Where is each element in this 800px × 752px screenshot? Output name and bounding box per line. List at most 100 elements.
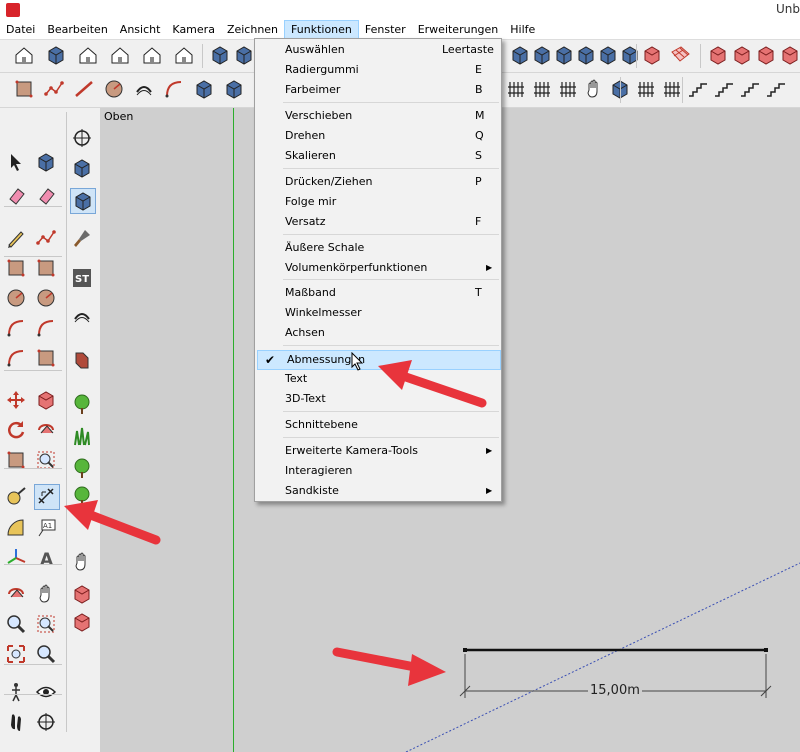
shrub-tool-button[interactable] (70, 484, 94, 508)
draw-tool-button[interactable] (102, 77, 126, 101)
dropdown-menu-item[interactable]: Erweiterte Kamera-Tools ▶ (256, 441, 500, 461)
style-button[interactable] (574, 43, 598, 67)
position-camera-button[interactable] (4, 680, 28, 704)
move-tool-button[interactable] (4, 388, 28, 412)
solid-tool-button[interactable] (730, 43, 754, 67)
polygon-tool-button[interactable] (34, 286, 58, 310)
style-button[interactable] (530, 43, 554, 67)
dropdown-menu-item[interactable]: Versatz F (256, 212, 500, 232)
dropdown-menu-item[interactable]: Auswählen Leertaste (256, 40, 500, 60)
draw-tool-button[interactable] (12, 77, 36, 101)
text-tool-button[interactable]: A1 (34, 516, 58, 540)
dropdown-menu-item[interactable]: Volumenkörperfunktionen ▶ (256, 258, 500, 278)
menu-item[interactable]: Erweiterungen (412, 20, 505, 39)
rotate-tool-button[interactable] (4, 418, 28, 442)
menu-funktionen[interactable]: Funktionen (284, 20, 359, 39)
view-button[interactable] (108, 43, 132, 67)
style-button[interactable] (618, 43, 642, 67)
rectangle-tool-button[interactable] (4, 256, 28, 280)
pan-tool-button[interactable] (34, 582, 58, 606)
protractor-tool-button[interactable] (4, 516, 28, 540)
large-tool-button[interactable] (70, 156, 94, 180)
dropdown-menu-item[interactable]: Maßband T (256, 283, 500, 303)
plant-tool-button[interactable] (70, 456, 94, 480)
menu-item[interactable]: Datei (0, 20, 41, 39)
push-pull-button[interactable] (34, 346, 58, 370)
dropdown-menu-item[interactable]: Achsen (256, 323, 500, 343)
extension2-button[interactable] (70, 610, 94, 634)
dropdown-menu-item[interactable]: Drücken/Ziehen P (256, 172, 500, 192)
sandbox-shape-button[interactable] (70, 304, 94, 328)
dropdown-menu-item[interactable]: Text (256, 369, 500, 389)
warehouse-tool-button[interactable] (70, 348, 94, 372)
tape-measure-tool-button[interactable] (4, 484, 28, 508)
st-tool-button[interactable]: ST (70, 266, 94, 290)
line-tool-button[interactable] (4, 226, 28, 250)
menu-item[interactable]: Ansicht (114, 20, 167, 39)
view-button[interactable] (44, 43, 68, 67)
freehand-tool-button[interactable] (34, 226, 58, 250)
extension-tool-button[interactable] (686, 77, 710, 101)
extension-tool-button[interactable] (556, 77, 580, 101)
draw-tool-button[interactable] (162, 77, 186, 101)
menu-item[interactable]: Fenster (359, 20, 412, 39)
extension-tool-button[interactable] (738, 77, 762, 101)
view-button[interactable] (12, 43, 36, 67)
dropdown-menu-item[interactable]: Farbeimer B (256, 80, 500, 100)
large-tool-button[interactable] (70, 188, 96, 214)
follow-me-button[interactable] (34, 418, 58, 442)
interact-tool-button[interactable] (70, 550, 94, 574)
axes-tool-button[interactable] (4, 546, 28, 570)
menu-item-abmessungen[interactable]: ✔ Abmessungen (257, 350, 501, 370)
style-button[interactable] (508, 43, 532, 67)
menu-item[interactable]: Zeichnen (221, 20, 284, 39)
dropdown-menu-item[interactable]: Sandkiste ▶ (256, 481, 500, 501)
sandbox-button[interactable] (668, 43, 692, 67)
pie-tool-button[interactable] (4, 346, 28, 370)
arc-tool-button[interactable] (4, 316, 28, 340)
dropdown-menu-item[interactable]: Skalieren S (256, 146, 500, 166)
dropdown-menu-item[interactable]: Folge mir (256, 192, 500, 212)
extension-button[interactable] (70, 582, 94, 606)
circle-tool-button[interactable] (4, 286, 28, 310)
arc2-tool-button[interactable] (34, 316, 58, 340)
solid-tool-button[interactable] (778, 43, 800, 67)
rotated-rect-button[interactable] (34, 256, 58, 280)
solid-tool-button[interactable] (706, 43, 730, 67)
look-around-button[interactable] (34, 680, 58, 704)
dropdown-menu-item[interactable]: Verschieben M (256, 106, 500, 126)
style-button[interactable] (232, 43, 256, 67)
draw-tool-button[interactable] (192, 77, 216, 101)
paint-tool-button[interactable] (70, 226, 94, 250)
style-button[interactable] (208, 43, 232, 67)
dimension-tool-button[interactable] (34, 484, 60, 510)
draw-tool-button[interactable] (222, 77, 246, 101)
extension-tool-button[interactable] (634, 77, 658, 101)
dropdown-menu-item[interactable]: Drehen Q (256, 126, 500, 146)
dropdown-menu-item[interactable]: Schnittebene (256, 415, 500, 435)
zoom-tool-button[interactable] (4, 612, 28, 636)
select-tool-button[interactable] (4, 150, 28, 174)
solid-tool-button[interactable] (754, 43, 778, 67)
style-button[interactable] (552, 43, 576, 67)
view-button[interactable] (172, 43, 196, 67)
extension-tool-button[interactable] (764, 77, 788, 101)
solid-tool-button[interactable] (640, 43, 664, 67)
extension-tool-button[interactable] (582, 77, 606, 101)
dropdown-menu-item[interactable]: Interagieren (256, 461, 500, 481)
previous-view-button[interactable] (34, 642, 58, 666)
3d-text-tool-button[interactable]: A (34, 546, 58, 570)
extension-tool-button[interactable] (530, 77, 554, 101)
draw-tool-button[interactable] (42, 77, 66, 101)
zoom-extents-button[interactable] (4, 642, 28, 666)
eraser-tool-button[interactable] (34, 184, 58, 208)
section-plane-button[interactable] (34, 710, 58, 734)
dropdown-menu-item[interactable]: Winkelmesser (256, 303, 500, 323)
menu-item[interactable]: Kamera (166, 20, 221, 39)
draw-tool-button[interactable] (132, 77, 156, 101)
tree-tool-button[interactable] (70, 392, 94, 416)
draw-tool-button[interactable] (72, 77, 96, 101)
component-button[interactable] (34, 150, 58, 174)
grass-tool-button[interactable] (70, 424, 94, 448)
style-button[interactable] (596, 43, 620, 67)
